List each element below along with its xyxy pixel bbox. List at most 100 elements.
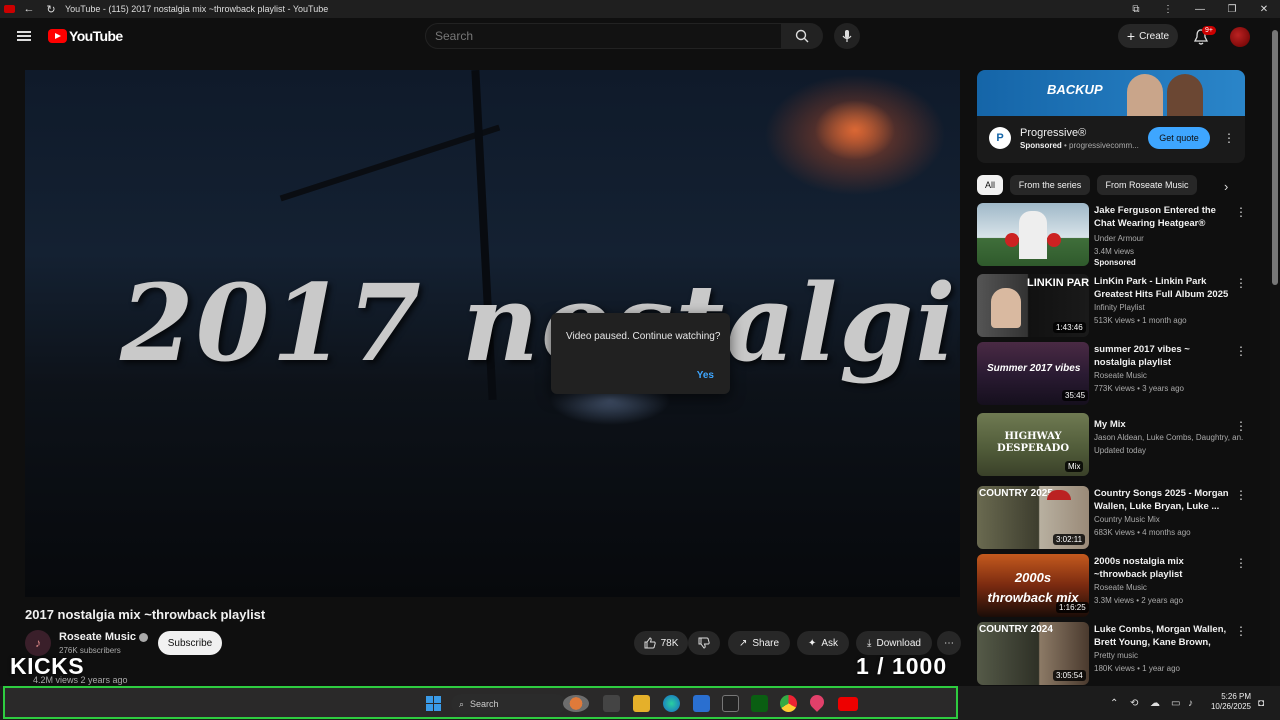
video-title: 2017 nostalgia mix ~throwback playlist (25, 607, 266, 622)
minimize-button[interactable]: — (1184, 4, 1216, 15)
task-view-icon[interactable] (603, 695, 620, 712)
video-duration: Mix (1065, 461, 1084, 472)
extensions-icon[interactable]: ⧉ (1120, 4, 1152, 15)
chip-scroll-right-icon[interactable]: › (1224, 180, 1228, 193)
recommendation-channel: Country Music Mix (1094, 515, 1160, 524)
epic-games-icon[interactable] (722, 695, 739, 712)
recommendation-more-icon[interactable]: ⋮ (1235, 488, 1247, 502)
ad-person-right (1167, 74, 1203, 116)
page-scrollbar[interactable] (1270, 18, 1280, 686)
close-button[interactable]: ✕ (1248, 4, 1280, 15)
recommendation-thumbnail (977, 203, 1089, 266)
window-title: YouTube - (115) 2017 nostalgia mix ~thro… (65, 4, 329, 14)
chip-from-roseate-music[interactable]: From Roseate Music (1097, 175, 1197, 195)
ad-banner-image: BACKUP (977, 70, 1245, 116)
recommendation-title: My Mix (1094, 419, 1126, 430)
youtube-favicon-icon (4, 5, 15, 13)
widget-icon[interactable] (563, 695, 589, 712)
reload-icon[interactable]: ↻ (43, 3, 59, 16)
nvidia-icon[interactable] (751, 695, 768, 712)
subscribe-button[interactable]: Subscribe (158, 631, 222, 655)
like-count: 78K (660, 637, 679, 649)
more-actions-button[interactable]: ⋯ (937, 631, 961, 655)
recommendation-item[interactable]: COUNTRY 2025 3:02:11 Country Songs 2025 … (977, 486, 1247, 550)
recommendation-more-icon[interactable]: ⋮ (1235, 344, 1247, 358)
get-quote-button[interactable]: Get quote (1148, 127, 1210, 149)
share-button[interactable]: ↗ Share (728, 631, 790, 655)
recommendation-sponsored-label: Sponsored (1094, 258, 1136, 267)
search-button[interactable] (781, 23, 823, 49)
youtube-taskbar-icon[interactable] (838, 697, 858, 711)
recommendation-title: Country Songs 2025 - Morgan Wallen, Luke… (1094, 488, 1229, 512)
scrollbar-thumb[interactable] (1272, 30, 1278, 285)
tray-app-icon[interactable]: ⟲ (1130, 698, 1138, 709)
recommendation-item[interactable]: HIGHWAY DESPERADO Mix My Mix Jason Aldea… (977, 413, 1247, 477)
voice-search-button[interactable] (834, 23, 860, 49)
edge-browser-icon[interactable] (663, 695, 680, 712)
recommendation-channel: Roseate Music (1094, 583, 1147, 592)
back-arrow-icon[interactable]: ← (21, 3, 37, 15)
like-button[interactable]: 78K (634, 631, 688, 655)
maximize-button[interactable]: ❐ (1216, 4, 1248, 15)
recommendation-channel: Jason Aldean, Luke Combs, Daughtry, an..… (1094, 433, 1244, 442)
ask-label: Ask (821, 637, 839, 649)
recommendation-more-icon[interactable]: ⋮ (1235, 624, 1247, 638)
search-icon: ⌕ (459, 698, 465, 709)
tray-display-icon[interactable]: ▭ (1171, 698, 1180, 709)
recommendation-more-icon[interactable]: ⋮ (1235, 556, 1247, 570)
ask-button[interactable]: ✦ Ask (797, 631, 849, 655)
chip-from-the-series[interactable]: From the series (1010, 175, 1090, 195)
tray-cloud-icon[interactable]: ☁ (1150, 698, 1160, 709)
chip-all[interactable]: All (977, 175, 1003, 195)
ad-domain: • progressivecomm... (1061, 141, 1139, 150)
recommendation-item[interactable]: 2000s throwback mix 1:16:25 2000s nostal… (977, 554, 1247, 618)
logo-text: YouTube (69, 28, 123, 44)
video-player[interactable]: 2017 nostalgia (25, 70, 960, 597)
dislike-button[interactable] (688, 631, 720, 655)
channel-name-text: Roseate Music (59, 631, 137, 643)
recommendation-views: 773K views • 3 years ago (1094, 384, 1184, 393)
ad-more-options-icon[interactable]: ⋮ (1223, 132, 1235, 144)
windows-start-icon[interactable] (425, 695, 442, 712)
advertiser-name: Progressive® (1020, 127, 1087, 139)
recommendation-item[interactable]: Jake Ferguson Entered the Chat Wearing H… (977, 203, 1247, 267)
file-explorer-icon[interactable] (633, 695, 650, 712)
more-menu-icon[interactable]: ⋮ (1152, 4, 1184, 15)
recommendation-channel: Pretty music (1094, 651, 1139, 660)
recommendation-more-icon[interactable]: ⋮ (1235, 419, 1247, 433)
recommendation-more-icon[interactable]: ⋮ (1235, 205, 1247, 219)
kicks-overlay-label: KICKS (10, 653, 85, 679)
more-horizontal-icon: ⋯ (944, 637, 954, 649)
dialog-yes-button[interactable]: Yes (697, 370, 714, 381)
plus-icon: + (1126, 28, 1136, 44)
account-avatar[interactable] (1230, 27, 1250, 47)
store-icon[interactable] (693, 695, 710, 712)
hamburger-menu-icon[interactable] (17, 31, 31, 41)
sponsored-ad-card[interactable]: BACKUP P Progressive® Sponsored • progre… (977, 70, 1245, 163)
create-button[interactable]: + Create (1118, 24, 1178, 48)
taskbar-search[interactable]: ⌕ Search (451, 694, 566, 714)
recommendation-channel: Under Armour (1094, 234, 1144, 243)
recommendation-item[interactable]: COUNTRY 2024 3:05:54 Luke Combs, Morgan … (977, 622, 1247, 686)
recommendation-channel: Infinity Playlist (1094, 303, 1145, 312)
tray-overflow-icon[interactable]: ⌃ (1110, 698, 1118, 709)
sparkle-icon: ✦ (807, 637, 817, 649)
recommendation-item[interactable]: LINKIN PARK 1:43:46 LinKin Park - Linkin… (977, 274, 1247, 338)
download-label: Download (876, 637, 921, 649)
thumbnail-text: Summer 2017 vibes (987, 363, 1081, 374)
volume-icon[interactable]: ♪ (1188, 698, 1193, 709)
video-duration: 1:16:25 (1056, 602, 1089, 613)
taskbar-clock[interactable]: 5:26 PM 10/26/2025 (1205, 692, 1251, 712)
thumbnail-text: COUNTRY 2025 (979, 488, 1053, 499)
youtube-play-icon (48, 29, 67, 43)
search-input[interactable]: Search (425, 23, 782, 49)
chrome-icon[interactable] (780, 695, 797, 712)
youtube-logo[interactable]: YouTube (48, 28, 123, 44)
recommendation-more-icon[interactable]: ⋮ (1235, 276, 1247, 290)
download-button[interactable]: ⤓ Download (856, 631, 932, 655)
recommendation-item[interactable]: Summer 2017 vibes 35:45 summer 2017 vibe… (977, 342, 1247, 406)
overlay-counter: 1 / 1000 (856, 653, 948, 679)
channel-name[interactable]: Roseate Music (59, 631, 149, 643)
notification-center-icon[interactable]: ◘ (1258, 698, 1264, 709)
video-duration: 1:43:46 (1053, 322, 1086, 333)
